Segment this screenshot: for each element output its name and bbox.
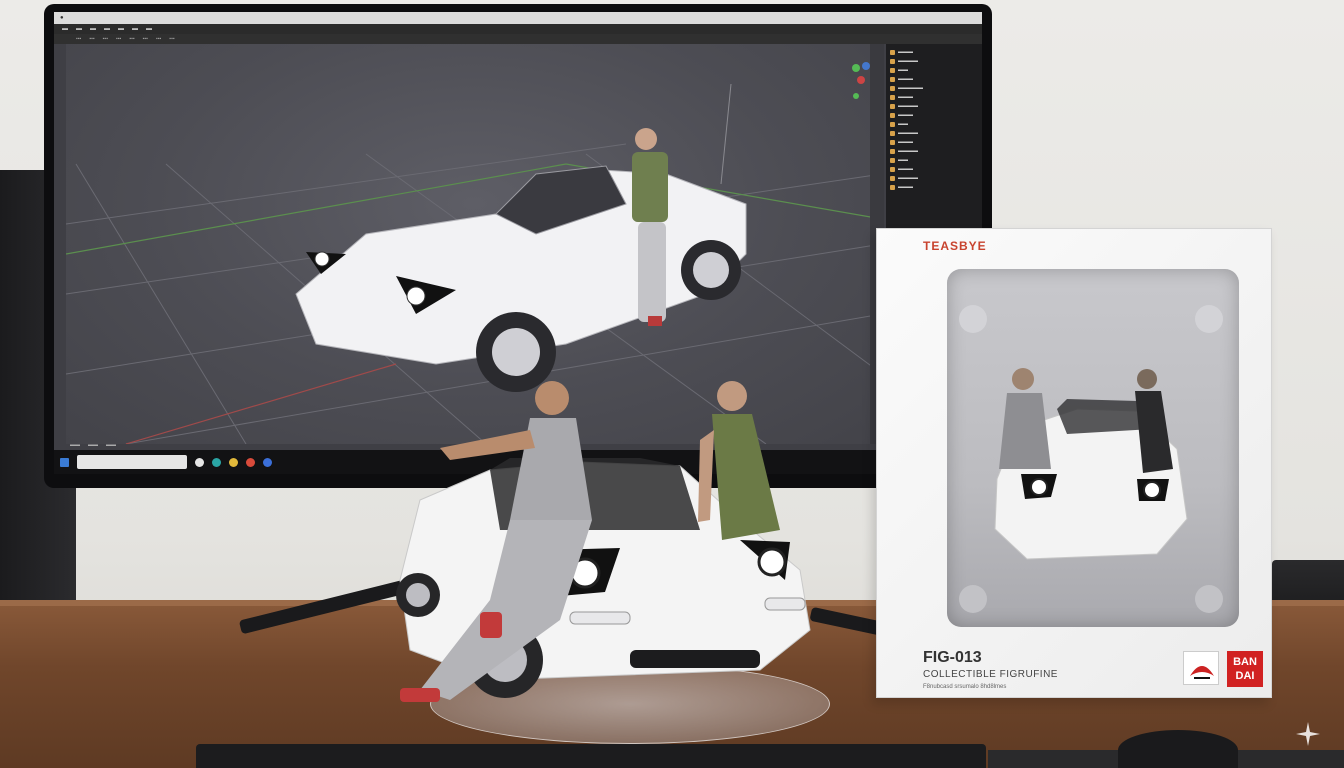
- object-icon: [890, 167, 895, 172]
- box-subtitle: COLLECTIBLE FIGRUFINE: [923, 669, 1058, 680]
- outliner-row[interactable]: ▬▬▬: [890, 183, 978, 192]
- taskbar-app-icon[interactable]: [263, 457, 272, 467]
- object-icon: [890, 68, 895, 73]
- menu-item[interactable]: ▬: [90, 26, 96, 32]
- mouse: [1118, 730, 1238, 768]
- app-menubar: ▬ ▬ ▬ ▬ ▬ ▬ ▬: [54, 24, 982, 34]
- object-icon: [890, 158, 895, 163]
- object-icon: [890, 104, 895, 109]
- object-icon: [890, 59, 895, 64]
- toolbar-item[interactable]: ▪▪▪: [89, 36, 94, 42]
- outliner-row[interactable]: ▬▬▬▬: [890, 57, 978, 66]
- outliner-row[interactable]: ▬▬▬: [890, 165, 978, 174]
- object-icon: [890, 140, 895, 145]
- navigation-gizmo[interactable]: [852, 62, 870, 99]
- outliner-row[interactable]: ▬▬▬▬: [890, 174, 978, 183]
- product-box: TEASBYE FIG-013 COLLECTIBLE FIGRUFINE F8…: [876, 228, 1272, 698]
- sparkle-icon: [1296, 722, 1320, 746]
- x-axis-line: [125, 363, 397, 444]
- taskbar-app-icon[interactable]: [195, 457, 204, 467]
- start-icon[interactable]: [60, 457, 69, 467]
- taskbar-app-icon[interactable]: [229, 457, 238, 467]
- menu-item[interactable]: ▬: [62, 26, 68, 32]
- photo-scene: ● ▬ ▬ ▬ ▬ ▬ ▬ ▬ ▪▪▪ ▪▪▪ ▪▪▪ ▪▪▪ ▪▪▪ ▪▪▪ …: [0, 0, 1344, 768]
- status-item: ▬▬: [88, 442, 98, 448]
- toolbar-item[interactable]: ▪▪▪: [156, 36, 161, 42]
- outliner-row[interactable]: ▬▬▬: [890, 93, 978, 102]
- outliner-row[interactable]: ▬▬▬: [890, 138, 978, 147]
- object-icon: [890, 185, 895, 190]
- boxed-figure: [959, 305, 1223, 613]
- object-icon: [890, 86, 895, 91]
- taskbar-app-icon[interactable]: [212, 457, 221, 467]
- keyboard: [196, 744, 986, 768]
- toolbar-item[interactable]: ▪▪▪: [143, 36, 148, 42]
- taskbar-search[interactable]: [77, 455, 187, 469]
- box-model-number: FIG-013: [923, 649, 982, 666]
- outliner-row[interactable]: ▬▬▬▬▬: [890, 84, 978, 93]
- object-icon: [890, 50, 895, 55]
- object-icon: [890, 95, 895, 100]
- outliner-row[interactable]: ▬▬▬: [890, 48, 978, 57]
- outliner-row[interactable]: ▬▬▬▬: [890, 102, 978, 111]
- outliner-row[interactable]: ▬▬▬: [890, 111, 978, 120]
- menu-item[interactable]: ▬: [76, 26, 82, 32]
- outliner-row[interactable]: ▬▬▬▬: [890, 129, 978, 138]
- app-toolbar: ▪▪▪ ▪▪▪ ▪▪▪ ▪▪▪ ▪▪▪ ▪▪▪ ▪▪▪ ▪▪▪: [54, 34, 982, 44]
- toolbar-item[interactable]: ▪▪▪: [169, 36, 174, 42]
- car-figure: [396, 381, 811, 702]
- emblem-icon: [1190, 666, 1214, 679]
- status-item: ▬▬: [70, 442, 80, 448]
- publisher-logo: BAN DAI: [1227, 651, 1263, 687]
- app-titlebar: ●: [54, 12, 982, 24]
- object-icon: [890, 149, 895, 154]
- status-item: ▬▬: [106, 442, 116, 448]
- titlebar-dot: ●: [60, 15, 64, 21]
- object-icon: [890, 176, 895, 181]
- menu-item[interactable]: ▬: [104, 26, 110, 32]
- menu-item[interactable]: ▬: [132, 26, 138, 32]
- menu-item[interactable]: ▬: [118, 26, 124, 32]
- toolbar-item[interactable]: ▪▪▪: [76, 36, 81, 42]
- emblem-logo: [1183, 651, 1219, 685]
- object-icon: [890, 122, 895, 127]
- object-icon: [890, 77, 895, 82]
- box-fine-print: F8nubcasd srsumalo 8hd8lmes: [923, 684, 1007, 690]
- toolbar-item[interactable]: ▪▪▪: [129, 36, 134, 42]
- object-icon: [890, 131, 895, 136]
- chrome-icon[interactable]: [246, 457, 255, 467]
- outliner-row[interactable]: ▬▬: [890, 120, 978, 129]
- outliner-row[interactable]: ▬▬: [890, 66, 978, 75]
- object-icon: [890, 113, 895, 118]
- outliner-row[interactable]: ▬▬: [890, 156, 978, 165]
- box-brand-logo: TEASBYE: [923, 239, 987, 253]
- outliner-row[interactable]: ▬▬▬▬: [890, 147, 978, 156]
- menu-item[interactable]: ▬: [146, 26, 152, 32]
- toolbar-item[interactable]: ▪▪▪: [116, 36, 121, 42]
- toolbar-item[interactable]: ▪▪▪: [103, 36, 108, 42]
- box-window: [947, 269, 1239, 627]
- outliner-row[interactable]: ▬▬▬: [890, 75, 978, 84]
